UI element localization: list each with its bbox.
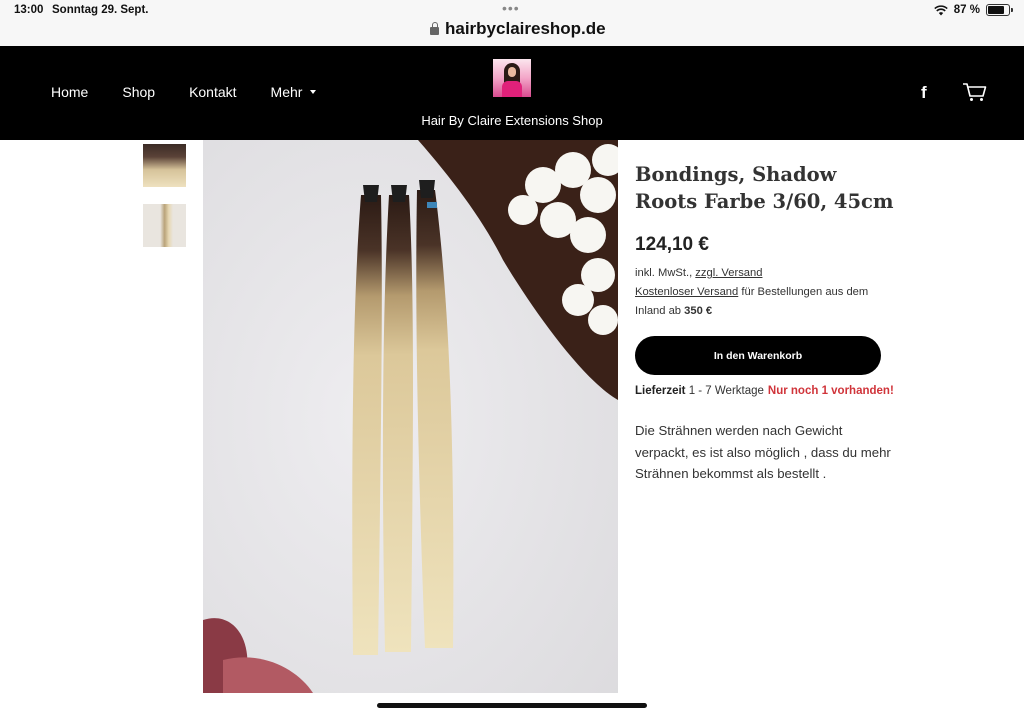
battery-icon [986, 4, 1013, 16]
product-title: Bondings, Shadow Roots Farbe 3/60, 45cm [635, 163, 894, 213]
site-logo[interactable] [493, 59, 531, 97]
nav-label: Mehr [270, 84, 303, 100]
tax-note: inkl. MwSt., [635, 267, 696, 279]
lock-icon [430, 21, 439, 35]
status-time: 13:00 [14, 4, 44, 16]
chevron-down-icon [310, 90, 317, 94]
main-nav: Home Shop Kontakt Mehr [51, 84, 317, 100]
nav-label: Home [51, 84, 89, 100]
status-bar: 13:00 Sonntag 29. Sept. ••• hairbyclaire… [0, 0, 1024, 46]
delivery-label: Lieferzeit [635, 385, 686, 397]
shipping-link[interactable]: zzgl. Versand [695, 267, 762, 279]
product-description: Die Strähnen werden nach Gewicht verpack… [635, 423, 891, 481]
site-header: Home Shop Kontakt Mehr Hair By Claire Ex… [0, 46, 1024, 140]
nav-kontakt[interactable]: Kontakt [189, 84, 236, 100]
stock-notice: Nur noch 1 vorhanden! [767, 385, 894, 397]
free-shipping-amount: 350 € [684, 305, 713, 317]
tax-shipping-info: inkl. MwSt., zzgl. Versand Kostenloser V… [635, 264, 895, 321]
home-indicator[interactable] [377, 703, 647, 708]
battery-percent: 87 % [953, 4, 980, 16]
address-bar[interactable]: hairbyclaireshop.de [430, 19, 606, 39]
product-thumbnail[interactable] [143, 144, 186, 187]
site-title: Hair By Claire Extensions Shop [421, 113, 603, 128]
product-price: 124,10 € [635, 234, 709, 255]
status-date: Sonntag 29. Sept. [52, 4, 149, 16]
delivery-info: Lieferzeit 1 - 7 Werktage Nur noch 1 vorh… [635, 385, 894, 397]
nav-shop[interactable]: Shop [122, 84, 155, 100]
nav-mehr[interactable]: Mehr [271, 84, 317, 100]
tab-options-icon[interactable]: ••• [502, 0, 520, 16]
product-thumbnail[interactable] [143, 204, 186, 247]
free-shipping-link[interactable]: Kostenloser Versand [635, 286, 738, 298]
cart-icon[interactable] [962, 82, 987, 102]
product-photo [203, 140, 618, 693]
facebook-icon[interactable]: f [921, 83, 927, 103]
nav-home[interactable]: Home [51, 84, 88, 100]
add-to-cart-button[interactable]: In den Warenkorb [635, 336, 881, 375]
nav-label: Kontakt [189, 84, 237, 100]
delivery-time: 1 - 7 Werktage [685, 385, 764, 397]
wifi-icon [934, 4, 948, 15]
url-text: hairbyclaireshop.de [445, 19, 606, 38]
status-indicators: 87 % [934, 4, 1013, 16]
product-image[interactable] [203, 140, 618, 693]
nav-label: Shop [122, 84, 156, 100]
